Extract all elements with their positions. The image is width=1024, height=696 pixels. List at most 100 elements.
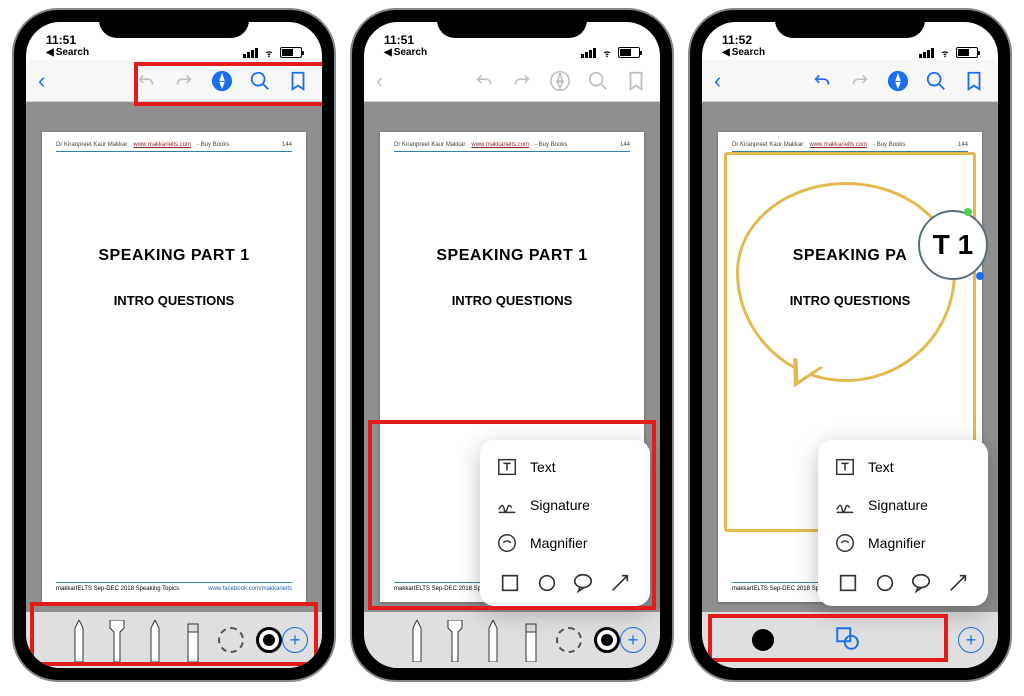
status-back-app[interactable]: ◀ Search: [722, 47, 765, 58]
shape-circle-icon[interactable]: [536, 572, 558, 594]
search-icon[interactable]: [248, 69, 272, 93]
popup-label: Magnifier: [868, 535, 926, 551]
markup-icon[interactable]: [886, 69, 910, 93]
annotation-popup: Text Signature Magnifier: [480, 440, 650, 606]
doc-footer-link[interactable]: www.facebook.com/makkarielts: [208, 586, 292, 592]
magnifier-annotation[interactable]: T 1: [918, 210, 988, 280]
undo-icon[interactable]: [472, 69, 496, 93]
nav-bar: ‹: [26, 60, 322, 102]
pen-tool[interactable]: [404, 618, 430, 662]
eraser-tool[interactable]: [180, 618, 206, 662]
magnifier-handle-blue[interactable]: [976, 272, 984, 280]
search-icon[interactable]: [586, 69, 610, 93]
shape-square-icon[interactable]: [499, 572, 521, 594]
doc-buy: - Buy Books: [197, 142, 229, 148]
magnifier-handle-green[interactable]: [964, 208, 972, 216]
popup-signature-option[interactable]: Signature: [480, 486, 650, 524]
status-time: 11:52: [722, 33, 752, 47]
status-back-app[interactable]: ◀ Search: [384, 47, 427, 58]
markup-icon[interactable]: [210, 69, 234, 93]
popup-shapes-row: [818, 562, 988, 598]
doc-subtitle: INTRO QUESTIONS: [56, 293, 292, 308]
popup-label: Magnifier: [530, 535, 588, 551]
wifi-icon: [938, 48, 952, 58]
popup-label: Text: [530, 459, 556, 475]
text-box-icon: [834, 456, 856, 478]
back-button[interactable]: ‹: [376, 68, 383, 94]
battery-icon: [618, 47, 640, 58]
redo-icon[interactable]: [510, 69, 534, 93]
magnifier-icon: [834, 532, 856, 554]
markup-icon[interactable]: [548, 69, 572, 93]
pencil-tool[interactable]: [142, 618, 168, 662]
color-picker[interactable]: [594, 627, 620, 653]
shape-arrow-icon[interactable]: [609, 572, 631, 594]
doc-buy: - Buy Books: [535, 142, 567, 148]
status-time: 11:51: [46, 33, 76, 47]
lasso-tool[interactable]: [556, 627, 582, 653]
shape-arrow-icon[interactable]: [947, 572, 969, 594]
marker-tool[interactable]: [442, 618, 468, 662]
magnifier-content: T 1: [933, 229, 973, 261]
search-icon[interactable]: [924, 69, 948, 93]
bookmark-icon[interactable]: [286, 69, 310, 93]
add-annotation-button[interactable]: +: [282, 627, 308, 653]
undo-icon[interactable]: [134, 69, 158, 93]
phone-3: 11:52 ◀ Search ‹ Dr Kiranpreet Kaur Makk…: [690, 10, 1010, 680]
doc-footer-left: makkarIELTS Sep-DEC 2018 Speaking Topics: [56, 586, 179, 592]
text-box-icon: [496, 456, 518, 478]
signature-icon: [834, 494, 856, 516]
popup-label: Signature: [530, 497, 590, 513]
doc-subtitle: INTRO QUESTIONS: [394, 293, 630, 308]
fill-color-picker[interactable]: [752, 629, 774, 651]
pen-tool[interactable]: [66, 618, 92, 662]
redo-icon[interactable]: [172, 69, 196, 93]
markup-toolbar-selected: +: [702, 612, 998, 668]
add-annotation-button[interactable]: +: [958, 627, 984, 653]
marker-tool[interactable]: [104, 618, 130, 662]
wifi-icon: [600, 48, 614, 58]
shape-square-icon[interactable]: [837, 572, 859, 594]
doc-subtitle: INTRO QUESTIONS: [732, 293, 968, 308]
wifi-icon: [262, 48, 276, 58]
battery-icon: [280, 47, 302, 58]
popup-label: Text: [868, 459, 894, 475]
popup-text-option[interactable]: Text: [818, 448, 988, 486]
undo-icon[interactable]: [810, 69, 834, 93]
shape-speech-icon[interactable]: [572, 572, 594, 594]
doc-author: Dr Kiranpreet Kaur Makkar: [732, 142, 803, 148]
doc-author: Dr Kiranpreet Kaur Makkar: [56, 142, 127, 148]
cell-signal-icon: [581, 48, 596, 58]
document-view[interactable]: Dr Kiranpreet Kaur Makkar www.makkarielt…: [26, 102, 322, 612]
back-button[interactable]: ‹: [714, 68, 721, 94]
shape-speech-icon[interactable]: [910, 572, 932, 594]
add-annotation-button[interactable]: +: [620, 627, 646, 653]
eraser-tool[interactable]: [518, 618, 544, 662]
shape-style-button[interactable]: [834, 625, 860, 656]
shape-circle-icon[interactable]: [874, 572, 896, 594]
annotation-popup: Text Signature Magnifier: [818, 440, 988, 606]
back-button[interactable]: ‹: [38, 68, 45, 94]
lasso-tool[interactable]: [218, 627, 244, 653]
color-picker[interactable]: [256, 627, 282, 653]
battery-icon: [956, 47, 978, 58]
doc-site-link[interactable]: www.makkarielts.com: [809, 142, 867, 148]
doc-site-link[interactable]: www.makkarielts.com: [133, 142, 191, 148]
popup-text-option[interactable]: Text: [480, 448, 650, 486]
markup-toolbar: +: [364, 612, 660, 668]
pencil-tool[interactable]: [480, 618, 506, 662]
popup-signature-option[interactable]: Signature: [818, 486, 988, 524]
popup-magnifier-option[interactable]: Magnifier: [480, 524, 650, 562]
status-time: 11:51: [384, 33, 414, 47]
nav-bar: ‹: [364, 60, 660, 102]
page-number: 144: [958, 142, 968, 148]
doc-buy: - Buy Books: [873, 142, 905, 148]
pdf-page: Dr Kiranpreet Kaur Makkar www.makkarielt…: [42, 132, 306, 602]
popup-magnifier-option[interactable]: Magnifier: [818, 524, 988, 562]
notch: [99, 10, 249, 38]
doc-site-link[interactable]: www.makkarielts.com: [471, 142, 529, 148]
bookmark-icon[interactable]: [962, 69, 986, 93]
status-back-app[interactable]: ◀ Search: [46, 47, 89, 58]
bookmark-icon[interactable]: [624, 69, 648, 93]
redo-icon[interactable]: [848, 69, 872, 93]
